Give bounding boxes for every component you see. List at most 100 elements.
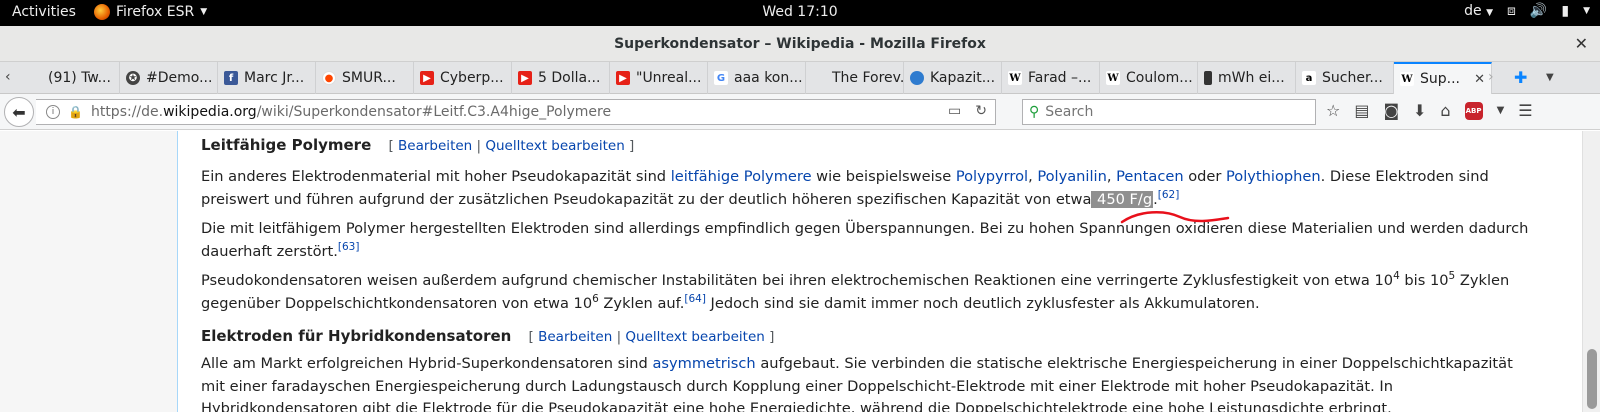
tab[interactable]: ✪ #Demo... [120, 62, 218, 94]
reference-link[interactable]: [63] [338, 241, 360, 253]
close-tab-icon[interactable]: ✕ [1474, 72, 1485, 87]
url-path: /wiki/Superkondensator#Leitf.C3.A4hige_P… [256, 104, 612, 120]
bookmark-star-icon[interactable]: ☆ [1326, 101, 1340, 120]
back-button[interactable]: ⬅ [4, 97, 34, 127]
tab-label: 5 Dolla... [538, 70, 601, 86]
pocket-icon[interactable]: ◙ [1383, 101, 1399, 120]
scroll-tabs-right-icon[interactable]: › [1488, 69, 1494, 85]
chevron-down-icon: ▼ [200, 7, 208, 17]
paragraph: Ein anderes Elektrodenmaterial mit hoher… [201, 166, 1541, 211]
exponent: 4 [1393, 270, 1400, 283]
edit-link[interactable]: Bearbeiten [398, 138, 472, 154]
edit-source-link[interactable]: Quelltext bearbeiten [625, 329, 764, 345]
url-text[interactable]: https://de.wikipedia.org/wiki/Superkonde… [91, 104, 611, 120]
network-icon[interactable]: ⧈ [1507, 3, 1516, 19]
window-close-icon[interactable]: ✕ [1575, 34, 1588, 53]
activities-button[interactable]: Activities [12, 4, 76, 20]
home-icon[interactable]: ⌂ [1440, 101, 1450, 120]
none-icon [812, 71, 826, 85]
link-polypyrrol[interactable]: Polypyrrol [956, 168, 1028, 185]
list-all-tabs-icon[interactable]: ▼ [1546, 72, 1554, 83]
reload-icon[interactable]: ↻ [975, 103, 987, 119]
clock[interactable]: Wed 17:10 [762, 4, 837, 20]
section-heading-text: Leitfähige Polymere [201, 136, 372, 154]
facebook-icon: f [224, 71, 238, 85]
window-title: Superkondensator – Wikipedia - Mozilla F… [614, 36, 986, 52]
edit-source-link[interactable]: Quelltext bearbeiten [485, 138, 624, 154]
selected-text-highlight[interactable]: 450 F/g [1091, 190, 1154, 208]
reference-link[interactable]: [64] [684, 293, 706, 305]
wiki-sidebar [0, 131, 177, 412]
section-edit-links: [ Bearbeiten | Quelltext bearbeiten ] [528, 329, 775, 345]
tab[interactable]: ▶ Cyberp... [414, 62, 512, 94]
link-polythiophen[interactable]: Polythiophen [1226, 168, 1321, 185]
page-scrollbar[interactable] [1582, 131, 1600, 412]
reddit-icon: ● [322, 71, 336, 85]
tab-label: #Demo... [146, 70, 213, 86]
tab-active[interactable]: W Sup... ✕ [1394, 62, 1492, 94]
chevron-down-icon[interactable]: ▼ [1497, 105, 1505, 116]
tab[interactable]: f Marc Jr... [218, 62, 316, 94]
tab-label: Kapazit... [930, 70, 996, 86]
red-underline-annotation [1120, 211, 1230, 224]
search-input[interactable] [1045, 104, 1286, 120]
tab[interactable]: W Coulom... [1100, 62, 1198, 94]
youtube-icon: ▶ [420, 71, 434, 85]
tab[interactable]: ▶ "Unreal... [610, 62, 708, 94]
link-leitfaehige-polymere[interactable]: leitfähige Polymere [671, 168, 812, 185]
paragraph-text: bis 10 [1399, 272, 1449, 289]
tab[interactable]: The Forev... [806, 62, 904, 94]
youtube-icon: ▶ [518, 71, 532, 85]
tab[interactable]: ● SMUR... [316, 62, 414, 94]
link-asymmetrisch[interactable]: asymmetrisch [652, 355, 755, 372]
downloads-icon[interactable]: ⬇ [1413, 101, 1426, 120]
scrollbar-thumb[interactable] [1587, 349, 1597, 409]
battery-icon[interactable]: ▮ [1561, 3, 1569, 19]
tab-list: (91) Tw... ✪ #Demo... f Marc Jr... ● SMUR... ▶ C… [22, 62, 1492, 94]
input-language[interactable]: de ▼ [1464, 3, 1493, 19]
tab[interactable]: mWh ei... [1198, 62, 1296, 94]
tab[interactable]: (91) Tw... [22, 62, 120, 94]
tab[interactable]: Gaaa kon... [708, 62, 806, 94]
tab-label: aaa kon... [734, 70, 803, 86]
site-info-icon[interactable]: i [46, 105, 60, 119]
paragraph-text: , [1106, 168, 1117, 185]
wikipedia-icon: W [1106, 71, 1120, 85]
app-menu-label: Firefox ESR [116, 4, 195, 20]
tab[interactable]: Kapazit... [904, 62, 1002, 94]
link-pentacen[interactable]: Pentacen [1116, 168, 1183, 185]
paragraph-text: Jedoch sind sie damit immer noch deutlic… [705, 294, 1260, 312]
link-polyanilin[interactable]: Polyanilin [1037, 168, 1107, 185]
globe-icon [910, 71, 924, 85]
scroll-tabs-left-icon[interactable]: ‹ [5, 69, 11, 85]
amazon-icon: a [1302, 71, 1316, 85]
reader-view-icon[interactable]: ▭ [948, 103, 961, 119]
search-bar[interactable]: ⚲ [1022, 99, 1316, 125]
reference-link[interactable]: [62] [1158, 189, 1180, 201]
url-bar[interactable]: i 🔒 https://de.wikipedia.org/wiki/Superk… [36, 99, 996, 125]
tab[interactable]: a Sucher... [1296, 62, 1394, 94]
chevron-down-icon: ▼ [1486, 8, 1494, 18]
tab[interactable]: ▶ 5 Dolla... [512, 62, 610, 94]
search-icon: ⚲ [1029, 104, 1040, 120]
volume-icon[interactable]: 🔊 [1530, 3, 1547, 19]
paragraph-text: oder [1183, 168, 1227, 185]
hamburger-menu-icon[interactable]: ☰ [1518, 101, 1532, 120]
paragraph: Pseudokondensatoren weisen außerdem aufg… [201, 270, 1541, 315]
tab-label: Farad –... [1028, 70, 1092, 86]
adblock-plus-icon[interactable]: ABP [1464, 101, 1483, 120]
tab-label: Marc Jr... [244, 70, 305, 86]
app-menu[interactable]: Firefox ESR ▼ [94, 4, 207, 20]
system-menu-chevron-icon[interactable]: ▼ [1583, 6, 1590, 16]
edit-link[interactable]: Bearbeiten [538, 329, 612, 345]
tab[interactable]: W Farad –... [1002, 62, 1100, 94]
lock-icon[interactable]: 🔒 [68, 105, 83, 119]
paragraph-text: Zyklen auf. [598, 294, 685, 312]
reading-list-icon[interactable]: ▤ [1354, 101, 1369, 120]
new-tab-icon[interactable]: ✚ [1514, 68, 1527, 87]
paragraph-text: Die mit leitfähigem Polymer hergestellte… [201, 220, 1529, 260]
navigation-toolbar: ⬅ i 🔒 https://de.wikipedia.org/wiki/Supe… [0, 94, 1600, 130]
firefox-icon [94, 4, 110, 20]
paragraph-text: wie beispielsweise [811, 168, 956, 185]
youtube-icon: ▶ [616, 71, 630, 85]
